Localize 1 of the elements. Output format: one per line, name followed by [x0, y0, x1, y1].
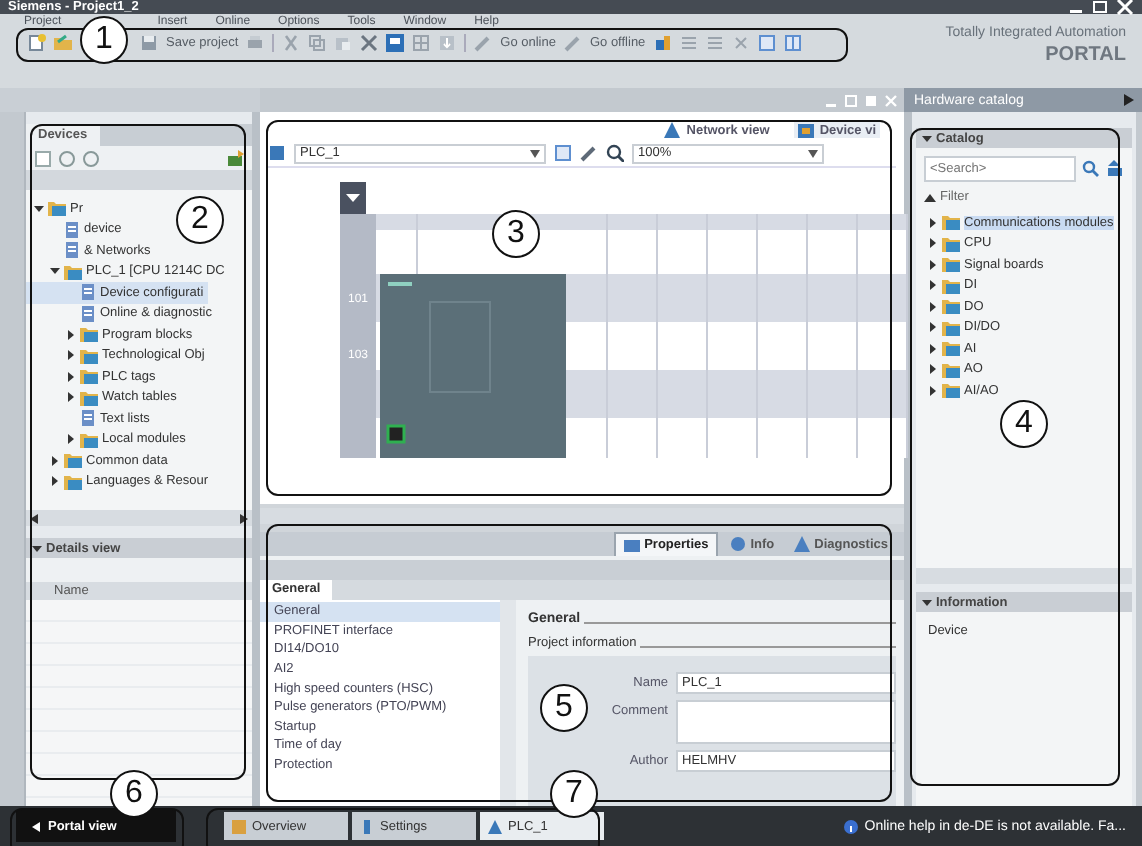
brand-logo: PORTAL	[1045, 44, 1126, 66]
